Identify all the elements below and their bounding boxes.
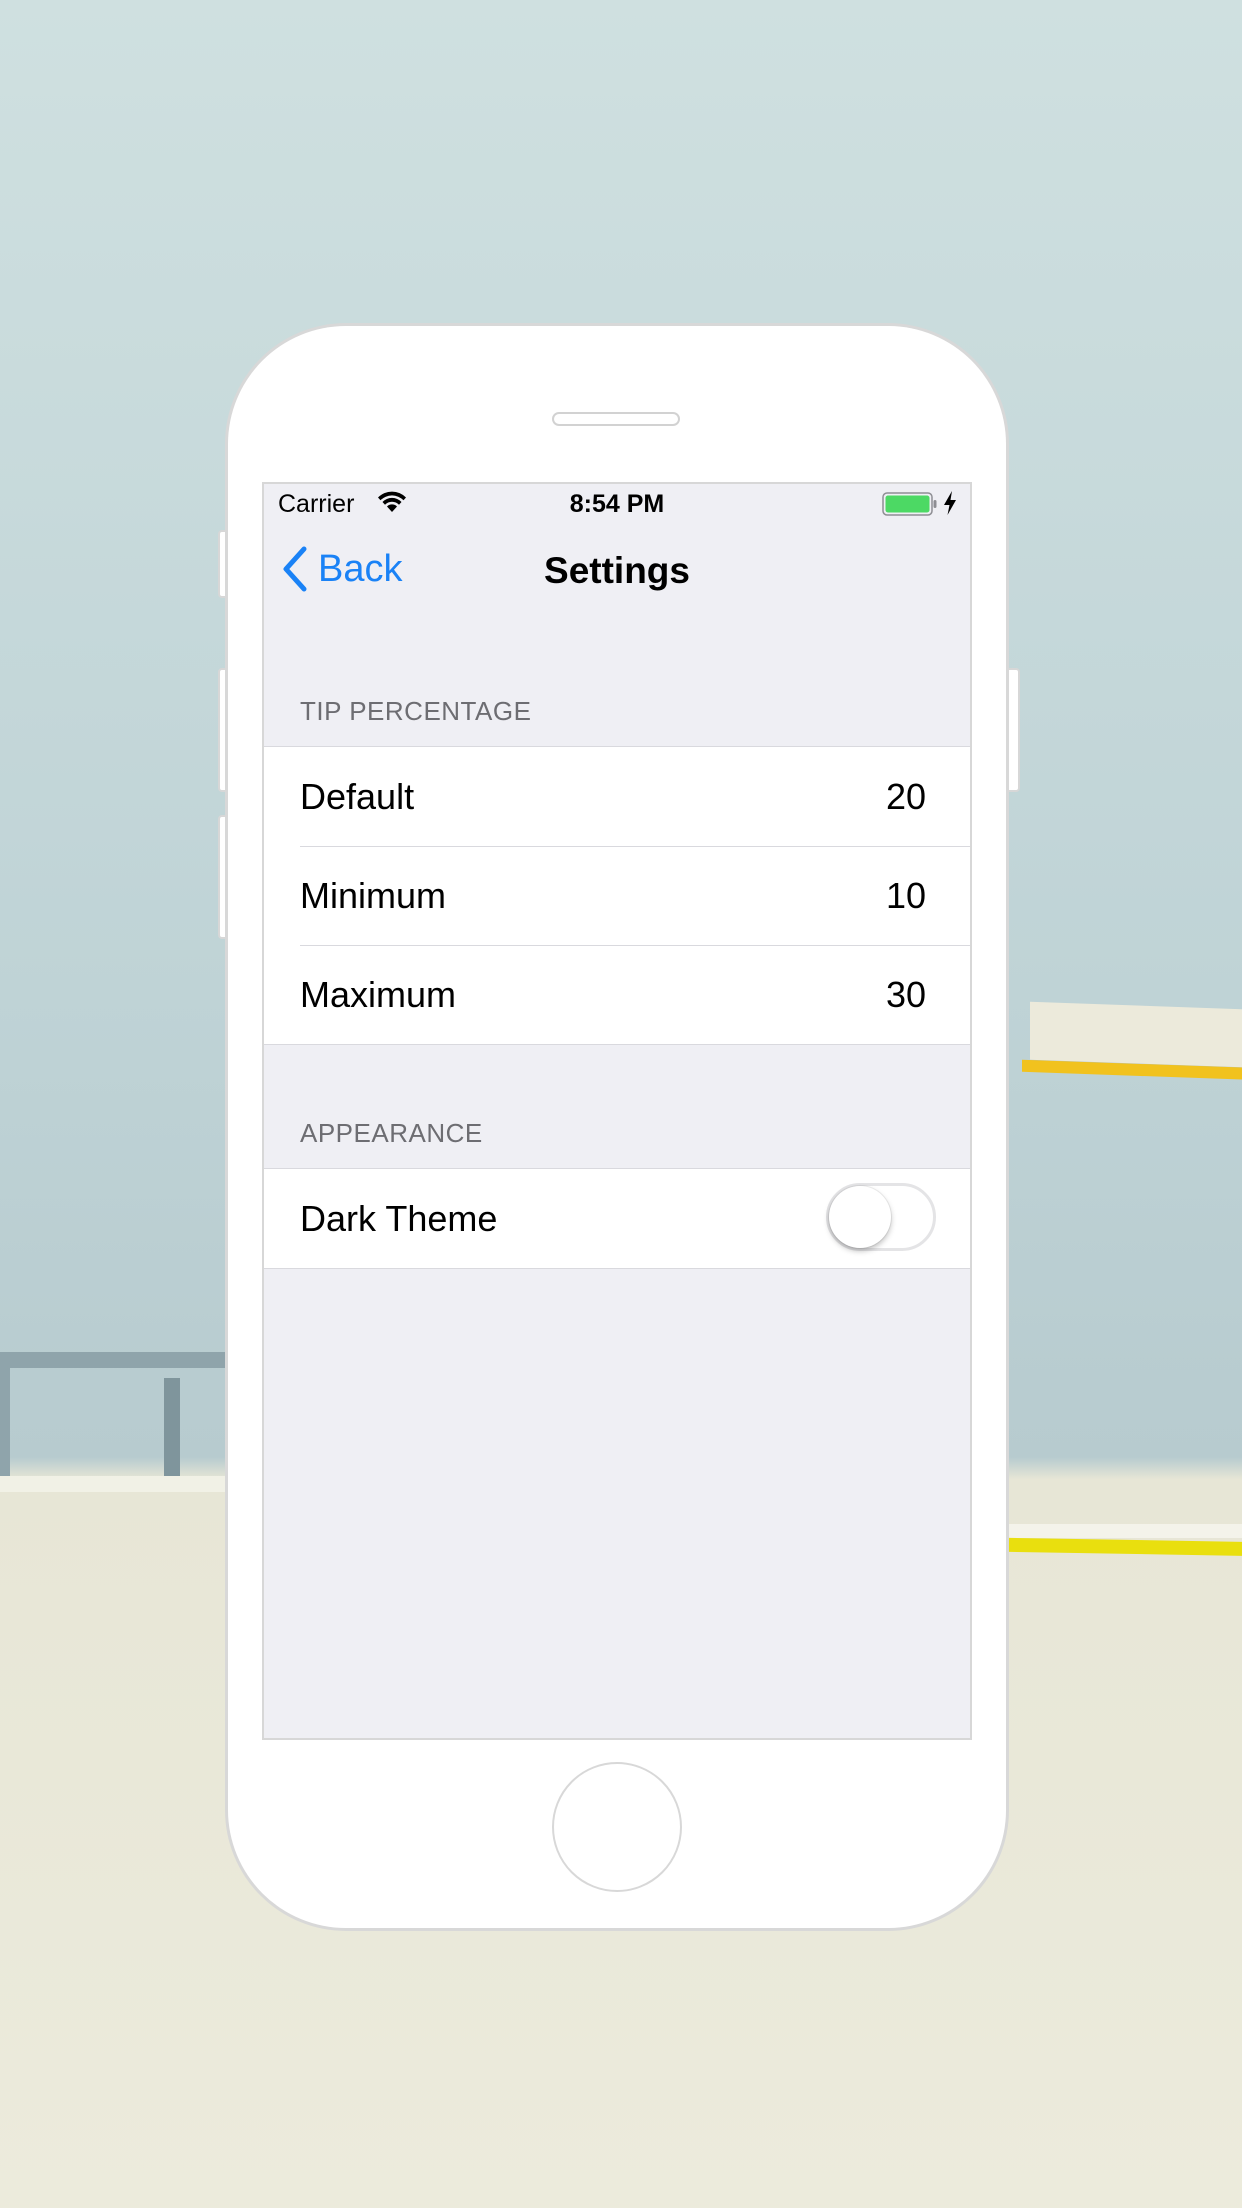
section-header-appearance: APPEARANCE [300,1118,483,1148]
background-wall-edge [1004,1524,1242,1538]
status-bar: Carrier 8:54 PM [264,484,970,524]
phone-speaker [552,412,680,426]
background-railing-post [0,1360,10,1478]
settings-row-minimum[interactable]: Minimum 10 [264,846,970,945]
phone-screen: Carrier 8:54 PM Back Settings TIP PERCEN… [262,482,972,1740]
settings-row-dark-theme: Dark Theme [264,1169,970,1268]
phone-frame: Carrier 8:54 PM Back Settings TIP PERCEN… [228,326,1006,1928]
settings-row-maximum[interactable]: Maximum 30 [264,945,970,1044]
phone-power-button [1004,668,1020,792]
row-value: 30 [885,973,926,1015]
home-button[interactable] [552,1762,682,1892]
background-scene: Carrier 8:54 PM Back Settings TIP PERCEN… [0,0,1242,2208]
settings-row-default[interactable]: Default 20 [264,747,970,846]
tip-percentage-group: Default 20 Minimum 10 Maximum 30 [264,746,970,1045]
background-ledge [1030,1001,1242,1069]
page-title: Settings [544,550,690,591]
battery-icon [882,492,937,516]
background-railing [0,1352,230,1368]
background-railing-post [164,1378,180,1478]
appearance-group: Dark Theme [264,1168,970,1269]
row-label: Maximum [300,973,457,1015]
row-value: 20 [885,775,926,817]
section-header-tip-percentage: TIP PERCENTAGE [300,696,532,726]
row-label: Minimum [300,874,447,916]
toggle-knob [829,1186,891,1248]
navigation-bar: Back Settings [264,524,970,612]
dark-theme-toggle[interactable] [826,1183,936,1251]
status-time: 8:54 PM [569,490,665,518]
row-value: 10 [885,874,926,916]
row-label: Default [300,775,415,817]
background-yellow-stripe [1004,1537,1242,1557]
background-wall-edge [0,1476,230,1492]
charging-bolt-icon [944,491,956,515]
